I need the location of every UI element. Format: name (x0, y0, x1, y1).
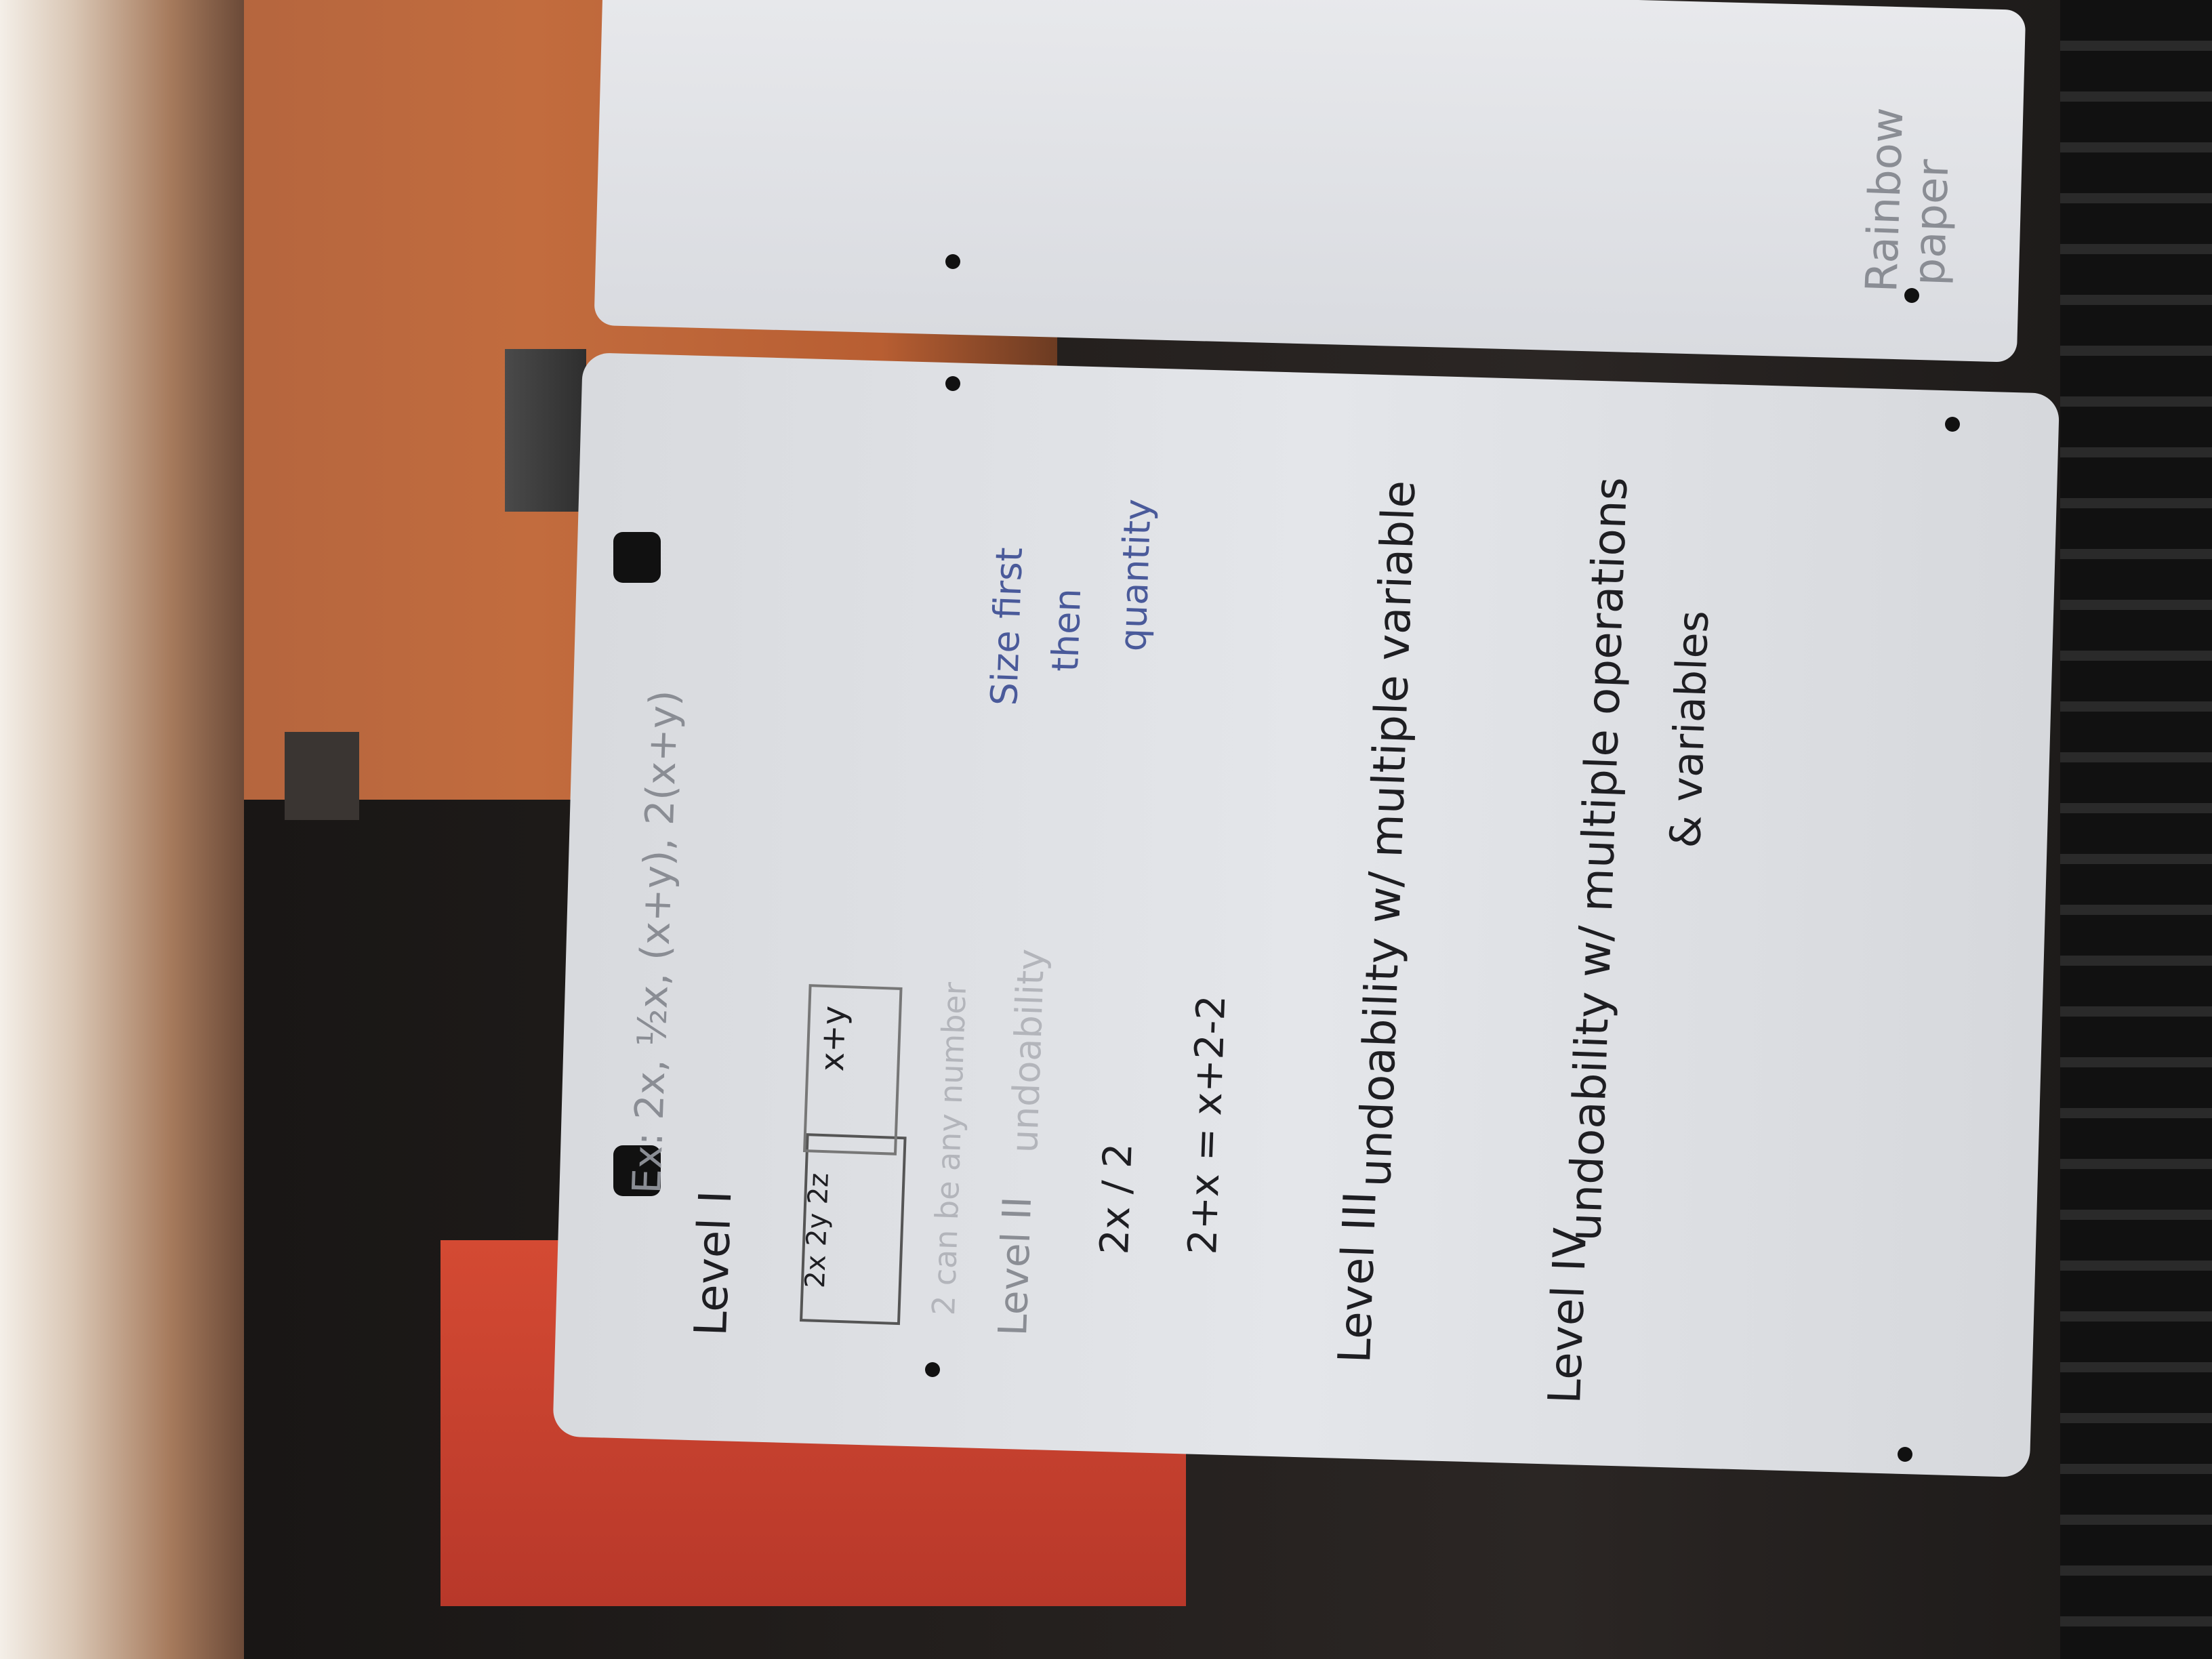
board-pin (925, 1362, 940, 1377)
board-pin (945, 254, 960, 269)
level-2-then: then (1044, 588, 1090, 673)
level-2-title: undoability (1003, 947, 1053, 1154)
level-2-equation-1: 2x / 2 (1091, 1142, 1141, 1256)
level-2-quantity: quantity (1111, 498, 1160, 653)
wall-plate (285, 732, 359, 820)
level-1-heading: Level I (684, 1189, 742, 1337)
level-2-heading: Level II (989, 1195, 1041, 1337)
magnet (613, 532, 661, 583)
level-4-text-2: & variables (1660, 609, 1719, 849)
level-2-equation-2: 2+x = x+2-2 (1179, 994, 1235, 1256)
lamp-glow (0, 0, 244, 1659)
board-pin (1898, 1447, 1912, 1462)
board-pin (1904, 288, 1919, 303)
top-whiteboard (594, 0, 2026, 363)
top-board-text-b: paper (1904, 158, 1959, 287)
board-pin (945, 376, 960, 391)
level-4-heading: Level IV (1538, 1227, 1597, 1405)
level-3-heading: Level III (1328, 1190, 1387, 1364)
board-pin (1945, 417, 1960, 432)
level-2-size-first: Size first (983, 546, 1031, 707)
level-1-box-a-text: 2x 2y 2z (800, 1172, 835, 1289)
metal-frame (2060, 0, 2212, 1659)
wall-bracket (505, 349, 586, 512)
photo-scene: Rainbow paper Level I Ex: 2x, ½x, (x+y),… (0, 0, 2212, 1659)
main-whiteboard (552, 352, 2060, 1478)
level-1-box-b-text: x+y (813, 1005, 854, 1072)
